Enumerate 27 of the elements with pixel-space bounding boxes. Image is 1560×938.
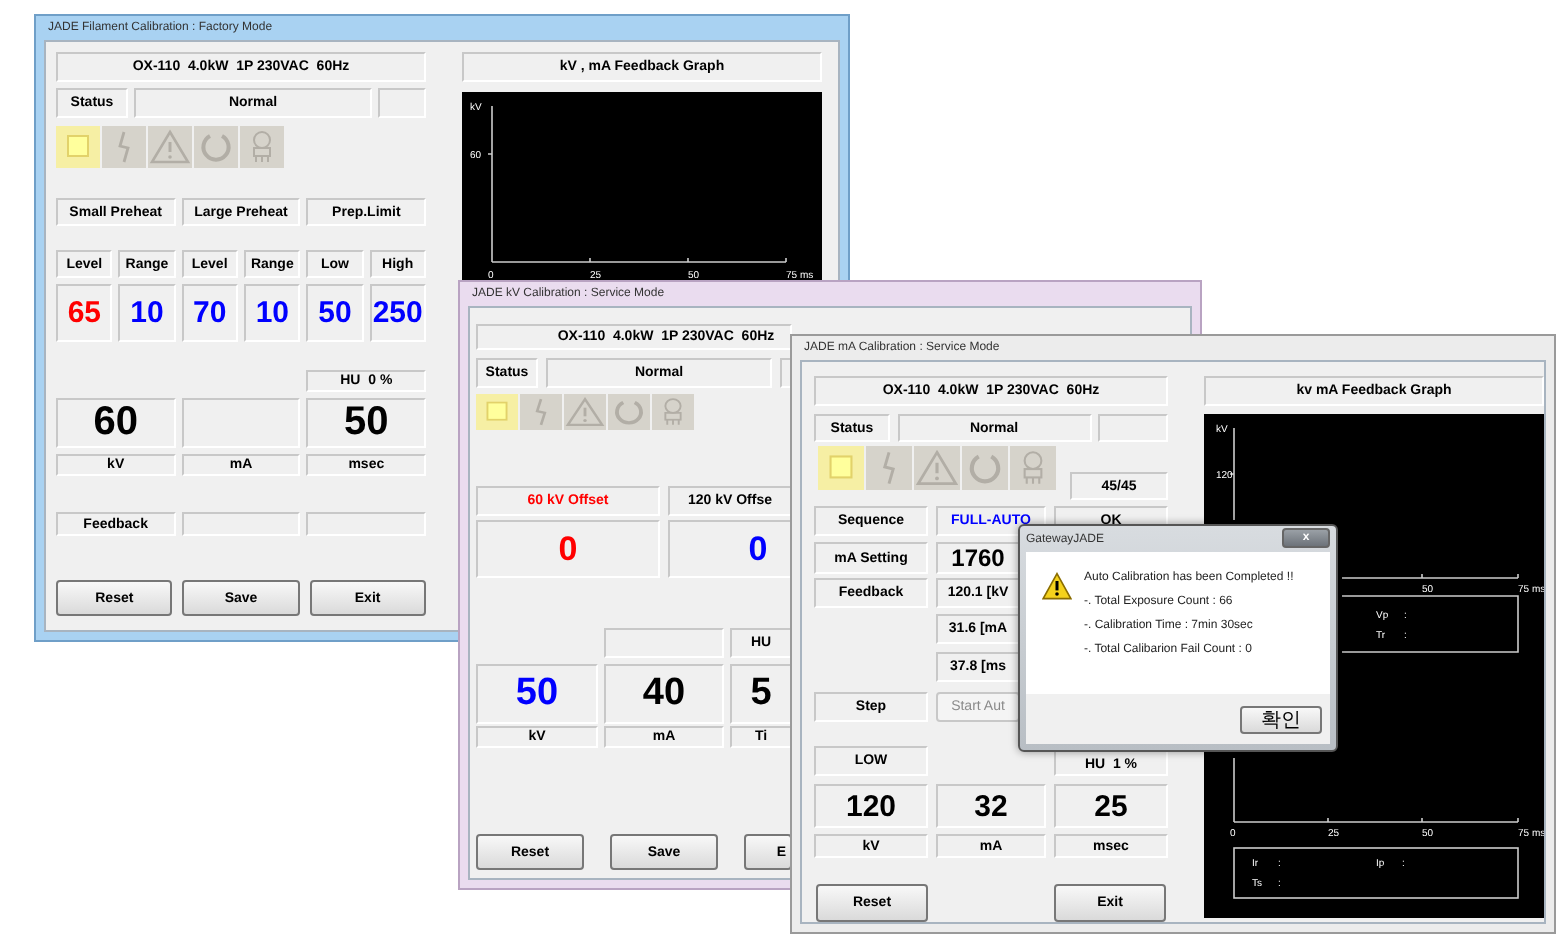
preheat-value: 10 bbox=[244, 284, 301, 342]
y-axis bbox=[1229, 427, 1235, 521]
readout-value: 60 bbox=[56, 398, 176, 448]
y-axis bbox=[1233, 757, 1235, 823]
preheat-value: 10 bbox=[118, 284, 176, 342]
readout-box bbox=[181, 398, 301, 448]
preheat-value: 70 bbox=[181, 284, 238, 342]
preheat-value: 50 bbox=[306, 284, 364, 342]
preheat-value: 250 bbox=[369, 284, 426, 342]
readout-value: 40 bbox=[604, 664, 724, 724]
status-box bbox=[378, 88, 426, 118]
readout-box bbox=[306, 512, 426, 536]
readout-value: 25 bbox=[1054, 784, 1168, 828]
readout-value: 120 bbox=[814, 784, 928, 828]
setting-value: 1760 bbox=[936, 542, 1020, 574]
readout-value: 50 bbox=[476, 664, 598, 724]
status-box bbox=[1098, 414, 1168, 442]
readout-value: 50 bbox=[306, 398, 426, 448]
offset-value: 0 bbox=[668, 520, 792, 578]
readout-value: 5 bbox=[730, 664, 792, 724]
readout-value: 32 bbox=[936, 784, 1046, 828]
readout-box bbox=[604, 628, 724, 658]
ok-button[interactable]: 확인 bbox=[1240, 705, 1322, 733]
warning-icon bbox=[1042, 572, 1072, 600]
offset-value: 0 bbox=[476, 520, 660, 578]
readout-box bbox=[181, 512, 301, 536]
preheat-value: 65 bbox=[56, 284, 113, 342]
